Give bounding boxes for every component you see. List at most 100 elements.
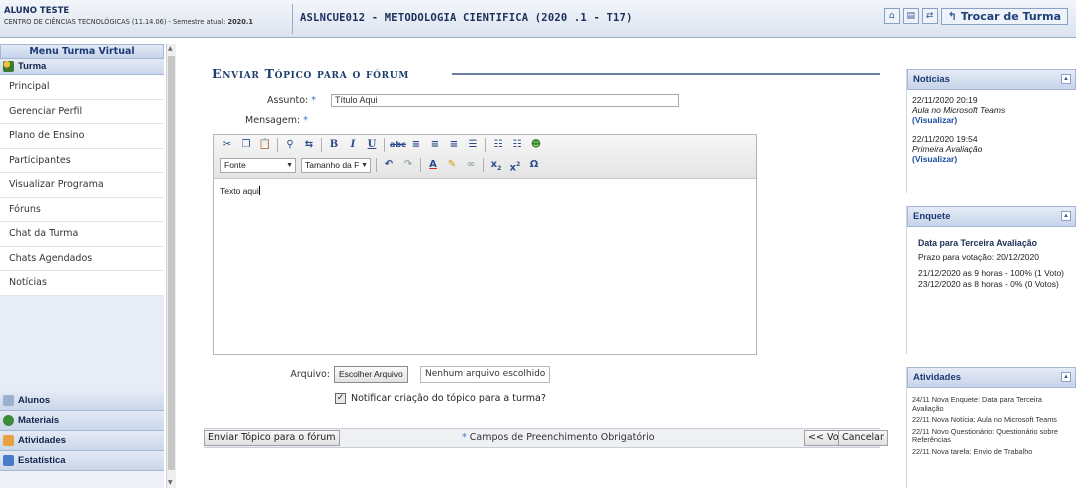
align-center-icon[interactable]: ≡	[428, 138, 442, 152]
header-divider	[292, 4, 293, 34]
editor-toolbar: ✂ ❐ 📋 ⚲ ⇆ B I U abc ≡ ≡ ≡ ☰ ☷ ☷ ☻ Fonte …	[214, 135, 756, 179]
strikethrough-icon[interactable]: abc	[390, 138, 406, 152]
activity-item[interactable]: 22/11 Novo Questionário: Questionário so…	[912, 427, 1071, 445]
menu-title: Menu Turma Virtual	[0, 44, 164, 59]
activity-item[interactable]: 24/11 Nova Enquete: Data para Terceira A…	[912, 395, 1071, 413]
size-combo-label: Tamanho da F	[305, 159, 360, 170]
course-title: ASLNCUE012 - METODOLOGIA CIENTIFICA (202…	[300, 12, 633, 24]
align-justify-icon[interactable]: ☰	[466, 138, 480, 152]
menu-filler	[0, 295, 164, 391]
paste-icon[interactable]: 📋	[258, 138, 272, 152]
submit-topic-button[interactable]: Enviar Tópico para o fórum	[204, 430, 340, 446]
redo-icon[interactable]: ↷	[401, 158, 415, 172]
italic-icon[interactable]: I	[346, 138, 360, 152]
chevron-down-icon: ▼	[286, 161, 293, 169]
home-icon[interactable]: ⌂	[883, 8, 900, 24]
font-combo[interactable]: Fonte ▼	[220, 157, 296, 173]
news-view-link[interactable]: (Visualizar)	[912, 115, 1071, 125]
scroll-down-icon[interactable]: ▼	[168, 479, 173, 486]
editor-text: Texto aqui	[220, 186, 259, 196]
subscript-icon[interactable]: x2	[489, 158, 503, 172]
news-title-text: Primeira Avaliação	[912, 144, 983, 154]
toolbar-separator	[277, 138, 278, 152]
message-label-group: Mensagem: *	[240, 115, 308, 126]
toolbar-separator	[376, 158, 377, 172]
sidebar-item-chats-agendados[interactable]: Chats Agendados	[0, 246, 164, 271]
text-caret	[258, 186, 260, 195]
sidebar-item-principal[interactable]: Principal	[0, 75, 164, 100]
sidebar-item-plano-de-ensino[interactable]: Plano de Ensino	[0, 124, 164, 149]
scroll-up-icon[interactable]: ▲	[168, 45, 173, 52]
cancel-button[interactable]: Cancelar	[838, 430, 888, 446]
rich-text-editor[interactable]: ✂ ❐ 📋 ⚲ ⇆ B I U abc ≡ ≡ ≡ ☰ ☷ ☷ ☻ Fonte …	[213, 134, 757, 355]
poll-option: 23/12/2020 as 8 horas - 0% (0 Votos)	[918, 279, 1059, 289]
swap-class-label: Trocar de Turma	[960, 10, 1061, 23]
emoticon-icon[interactable]: ☻	[529, 138, 543, 152]
news-panel: Notícias ▲ 22/11/2020 20:19 Aula no Micr…	[906, 69, 1076, 193]
replace-icon[interactable]: ⇆	[302, 138, 316, 152]
size-combo[interactable]: Tamanho da F ▼	[301, 157, 371, 173]
numbered-list-icon[interactable]: ☷	[510, 138, 524, 152]
underline-icon[interactable]: U	[365, 138, 379, 152]
poll-question: Data para Terceira Avaliação	[918, 238, 1037, 248]
superscript-icon[interactable]: x2	[508, 158, 522, 173]
section-estatistica[interactable]: Estatística	[0, 450, 164, 471]
special-char-icon[interactable]: Ω	[527, 158, 541, 172]
align-left-icon[interactable]: ≡	[409, 138, 423, 152]
header-tools: ⌂ ▤ ⇄ ↰ Trocar de Turma	[883, 8, 1068, 25]
cut-icon[interactable]: ✂	[220, 138, 234, 152]
section-alunos-label: Alunos	[18, 394, 51, 406]
form-footer: Enviar Tópico para o fórum * Campos de P…	[204, 428, 888, 448]
toolbar-separator	[321, 138, 322, 152]
find-icon[interactable]: ⚲	[283, 138, 297, 152]
highlight-color-icon[interactable]: ✎	[445, 158, 459, 172]
text-color-icon[interactable]: A	[426, 158, 440, 172]
switch-icon[interactable]: ⇄	[921, 8, 938, 24]
sidebar-item-participantes[interactable]: Participantes	[0, 148, 164, 173]
news-view-link[interactable]: (Visualizar)	[912, 154, 1071, 164]
editor-body[interactable]: Texto aqui	[214, 179, 756, 203]
link-icon[interactable]: ∞	[464, 158, 478, 172]
print-icon[interactable]: ▤	[902, 8, 919, 24]
sidebar-item-noticias[interactable]: Notícias	[0, 271, 164, 296]
activities-icon	[3, 434, 14, 446]
choose-file-button[interactable]: Escolher Arquivo	[334, 366, 408, 383]
poll-option: 21/12/2020 as 9 horas - 100% (1 Voto)	[918, 268, 1065, 278]
activity-item[interactable]: 22/11 Nova tarefa: Envio de Trabalho	[912, 447, 1071, 457]
form-title: Enviar Tópico para o fórum	[212, 66, 410, 81]
activities-panel: Atividades ▲ 24/11 Nova Enquete: Data pa…	[906, 367, 1076, 488]
activity-item[interactable]: 22/11 Nova Notícia: Aula no Microsoft Te…	[912, 415, 1071, 425]
news-item: 22/11/2020 20:19 Aula no Microsoft Teams…	[912, 95, 1071, 125]
undo-icon[interactable]: ↶	[382, 158, 396, 172]
swap-class-button[interactable]: ↰ Trocar de Turma	[940, 8, 1068, 25]
align-right-icon[interactable]: ≡	[447, 138, 461, 152]
section-turma[interactable]: Turma	[0, 59, 164, 75]
subject-input[interactable]: Título Aqui	[331, 94, 679, 107]
collapse-icon[interactable]: ▲	[1061, 211, 1071, 221]
sidebar-item-gerenciar-perfil[interactable]: Gerenciar Perfil	[0, 99, 164, 124]
scrollbar-thumb[interactable]	[168, 56, 175, 470]
menu-scrollbar[interactable]: ▲ ▼	[166, 44, 176, 488]
news-date: 22/11/2020 20:19	[912, 95, 978, 105]
collapse-icon[interactable]: ▲	[1061, 372, 1071, 382]
statistics-icon	[3, 454, 14, 466]
sidebar-item-visualizar-programa[interactable]: Visualizar Programa	[0, 173, 164, 198]
activities-body: 24/11 Nova Enquete: Data para Terceira A…	[907, 388, 1076, 464]
bullet-list-icon[interactable]: ☷	[491, 138, 505, 152]
notify-checkbox[interactable]: ✓	[335, 393, 346, 404]
sidebar-item-foruns[interactable]: Fóruns	[0, 197, 164, 222]
toolbar-row-2: Fonte ▼ Tamanho da F ▼ ↶ ↷ A ✎ ∞ x2 x2 Ω	[214, 155, 756, 175]
copy-icon[interactable]: ❐	[239, 138, 253, 152]
message-label: Mensagem:	[245, 115, 301, 126]
student-info: ALUNO TESTE CENTRO DE CIÊNCIAS TECNOLÓGI…	[4, 6, 253, 28]
section-alunos[interactable]: Alunos	[0, 390, 164, 411]
bold-icon[interactable]: B	[327, 138, 341, 152]
section-atividades[interactable]: Atividades	[0, 430, 164, 451]
collapse-icon[interactable]: ▲	[1061, 74, 1071, 84]
news-title: Notícias	[913, 74, 950, 85]
center-info: CENTRO DE CIÊNCIAS TECNOLÓGICAS (11.14.0…	[4, 17, 253, 28]
sidebar-item-chat-da-turma[interactable]: Chat da Turma	[0, 222, 164, 247]
news-header: Notícias ▲	[907, 69, 1076, 90]
users-icon	[3, 61, 14, 72]
section-materiais[interactable]: Materiais	[0, 410, 164, 431]
